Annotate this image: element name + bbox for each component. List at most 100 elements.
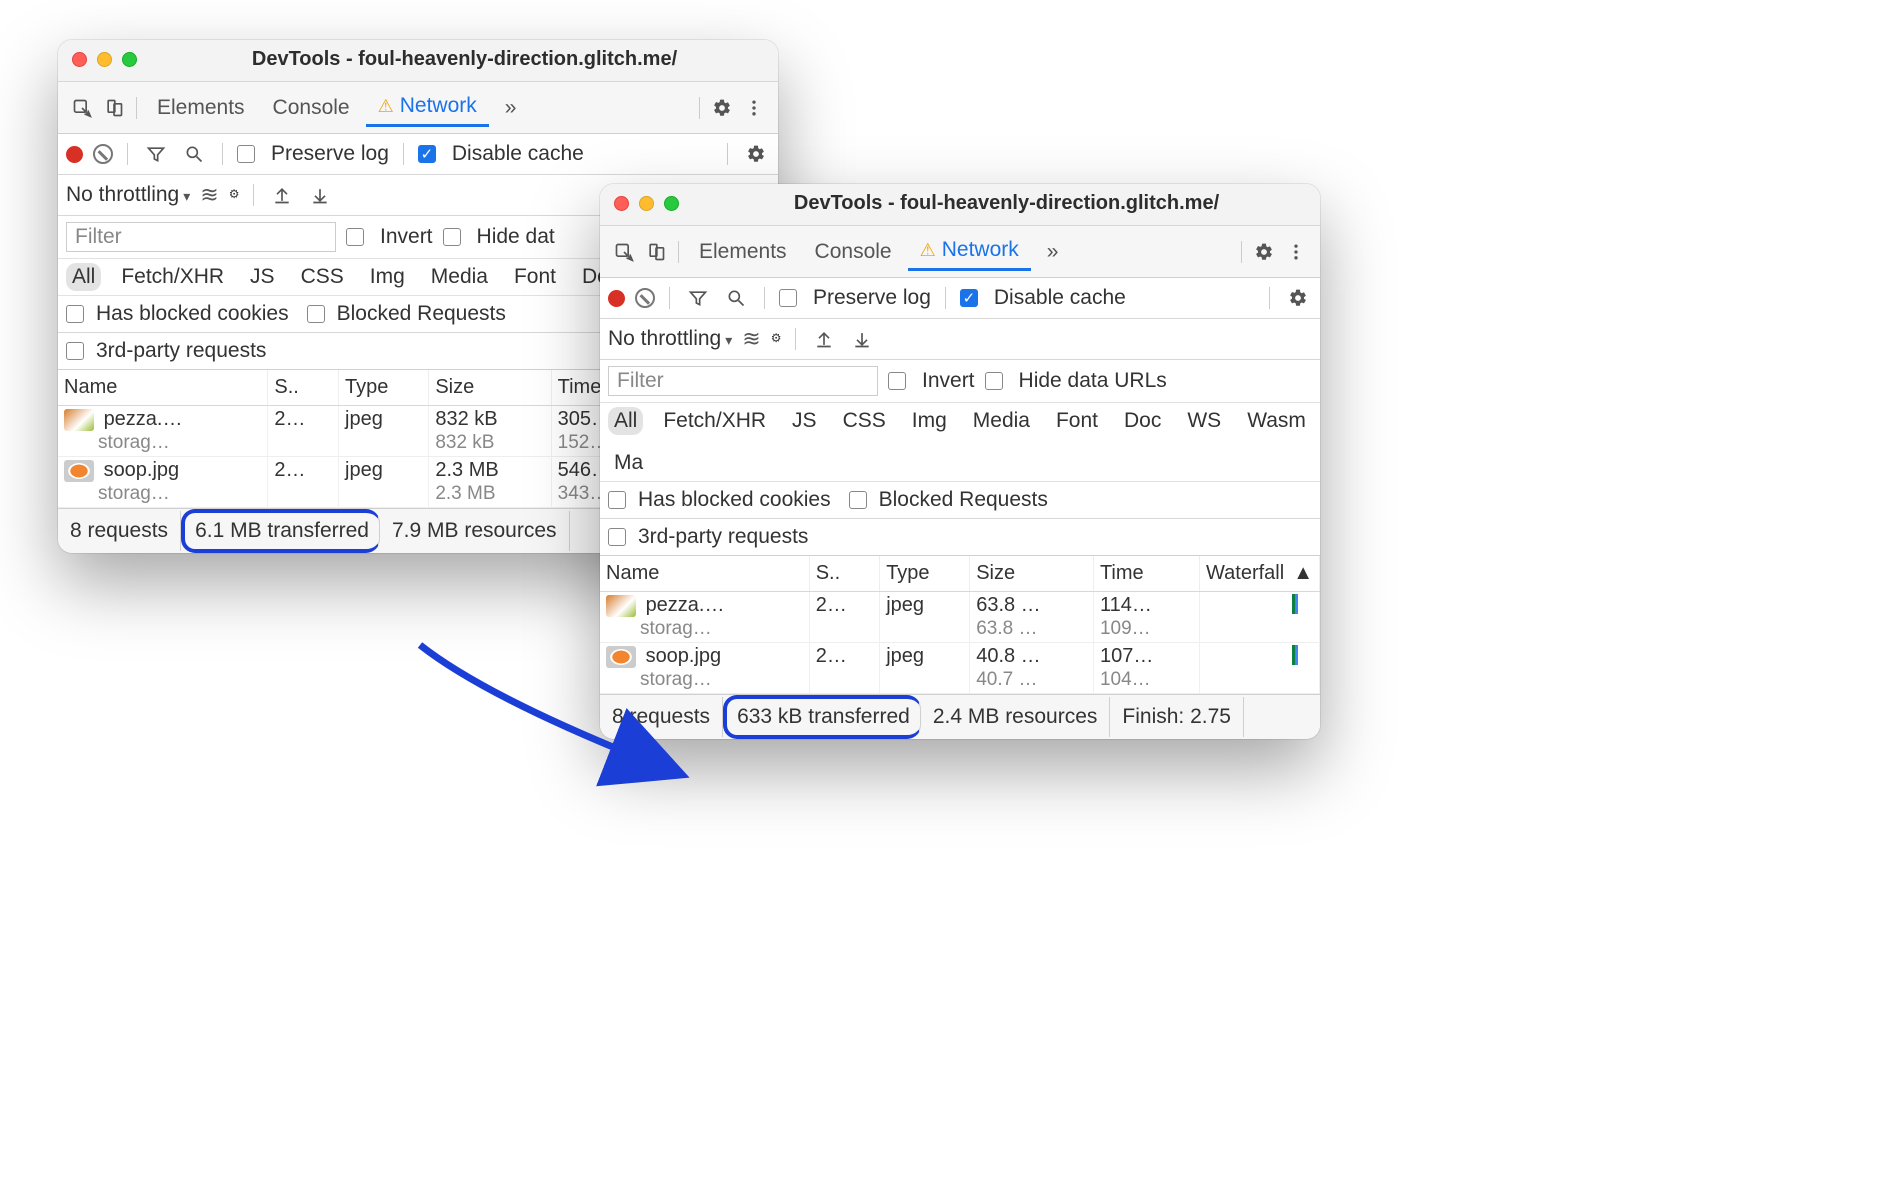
invert-checkbox[interactable] bbox=[346, 228, 364, 246]
filter-input[interactable]: Filter bbox=[66, 222, 336, 252]
network-settings-icon[interactable] bbox=[1284, 284, 1312, 312]
table-row[interactable]: pezza.… storag… 2… jpeg 63.8 …63.8 … 114… bbox=[600, 592, 1320, 643]
upload-har-icon[interactable] bbox=[268, 181, 296, 209]
filter-img[interactable]: Img bbox=[364, 263, 411, 291]
disable-cache-checkbox[interactable] bbox=[960, 289, 978, 307]
filter-xhr[interactable]: Fetch/XHR bbox=[657, 407, 772, 435]
col-status[interactable]: S.. bbox=[268, 370, 339, 406]
device-toggle-icon[interactable] bbox=[642, 238, 670, 266]
devtools-window-after: DevTools - foul-heavenly-direction.glitc… bbox=[600, 184, 1320, 739]
third-party-checkbox[interactable] bbox=[66, 342, 84, 360]
status-transferred: 6.1 MB transferred bbox=[181, 509, 380, 553]
record-button[interactable] bbox=[608, 290, 625, 307]
col-size[interactable]: Size bbox=[970, 556, 1094, 592]
minimize-icon[interactable] bbox=[97, 52, 112, 67]
panel-tabs: Elements Console Network » bbox=[600, 226, 1320, 278]
hide-data-checkbox[interactable] bbox=[443, 228, 461, 246]
filter-icon[interactable] bbox=[142, 140, 170, 168]
status-requests: 8 requests bbox=[58, 511, 181, 551]
blocked-cookies-checkbox[interactable] bbox=[66, 305, 84, 323]
filter-font[interactable]: Font bbox=[1050, 407, 1104, 435]
zoom-icon[interactable] bbox=[122, 52, 137, 67]
third-party-checkbox[interactable] bbox=[608, 528, 626, 546]
filter-media[interactable]: Media bbox=[425, 263, 494, 291]
download-har-icon[interactable] bbox=[848, 325, 876, 353]
col-status[interactable]: S.. bbox=[809, 556, 879, 592]
col-type[interactable]: Type bbox=[880, 556, 970, 592]
filter-bar: Filter Invert Hide data URLs bbox=[600, 360, 1320, 403]
filter-icon[interactable] bbox=[684, 284, 712, 312]
title-bar[interactable]: DevTools - foul-heavenly-direction.glitc… bbox=[600, 184, 1320, 226]
more-icon[interactable] bbox=[1282, 238, 1310, 266]
clear-button[interactable] bbox=[635, 288, 655, 308]
blocked-requests-checkbox[interactable] bbox=[849, 491, 867, 509]
filter-img[interactable]: Img bbox=[906, 407, 953, 435]
blocked-requests-checkbox[interactable] bbox=[307, 305, 325, 323]
thumbnail-icon bbox=[64, 460, 94, 482]
tab-more[interactable]: » bbox=[493, 90, 529, 126]
col-name[interactable]: Name bbox=[58, 370, 268, 406]
filter-manifest[interactable]: Ma bbox=[608, 449, 649, 477]
tab-elements[interactable]: Elements bbox=[145, 90, 257, 126]
tab-console[interactable]: Console bbox=[803, 234, 904, 270]
filter-all[interactable]: All bbox=[66, 263, 101, 291]
close-icon[interactable] bbox=[72, 52, 87, 67]
waterfall-bar bbox=[1292, 645, 1298, 665]
download-har-icon[interactable] bbox=[306, 181, 334, 209]
inspect-icon[interactable] bbox=[610, 238, 638, 266]
tab-network[interactable]: Network bbox=[908, 232, 1031, 271]
chevron-down-icon bbox=[183, 183, 190, 207]
settings-icon[interactable] bbox=[708, 94, 736, 122]
disable-cache-checkbox[interactable] bbox=[418, 145, 436, 163]
filter-xhr[interactable]: Fetch/XHR bbox=[115, 263, 230, 291]
filter-all[interactable]: All bbox=[608, 407, 643, 435]
preserve-log-checkbox[interactable] bbox=[237, 145, 255, 163]
col-waterfall[interactable]: Waterfall▲ bbox=[1200, 556, 1320, 592]
inspect-icon[interactable] bbox=[68, 94, 96, 122]
hide-data-checkbox[interactable] bbox=[985, 372, 1003, 390]
preserve-log-checkbox[interactable] bbox=[779, 289, 797, 307]
filter-font[interactable]: Font bbox=[508, 263, 562, 291]
filter-input[interactable]: Filter bbox=[608, 366, 878, 396]
device-toggle-icon[interactable] bbox=[100, 94, 128, 122]
tab-network[interactable]: Network bbox=[366, 88, 489, 127]
col-type[interactable]: Type bbox=[339, 370, 429, 406]
filter-wasm[interactable]: Wasm bbox=[1241, 407, 1312, 435]
search-icon[interactable] bbox=[180, 140, 208, 168]
tab-elements[interactable]: Elements bbox=[687, 234, 799, 270]
network-settings-icon[interactable] bbox=[742, 140, 770, 168]
filter-js[interactable]: JS bbox=[244, 263, 281, 291]
clear-button[interactable] bbox=[93, 144, 113, 164]
search-icon[interactable] bbox=[722, 284, 750, 312]
filter-js[interactable]: JS bbox=[786, 407, 823, 435]
status-transferred: 633 kB transferred bbox=[723, 695, 921, 739]
upload-har-icon[interactable] bbox=[810, 325, 838, 353]
tab-console[interactable]: Console bbox=[261, 90, 362, 126]
traffic-lights bbox=[72, 52, 137, 67]
throttling-select[interactable]: No throttling bbox=[66, 183, 190, 207]
status-finish: Finish: 2.75 bbox=[1110, 697, 1244, 737]
invert-checkbox[interactable] bbox=[888, 372, 906, 390]
col-time[interactable]: Time bbox=[1093, 556, 1199, 592]
table-row[interactable]: soop.jpg storag… 2… jpeg 40.8 …40.7 … 10… bbox=[600, 643, 1320, 694]
minimize-icon[interactable] bbox=[639, 196, 654, 211]
hide-data-label: Hide dat bbox=[477, 225, 555, 249]
network-conditions-icon[interactable] bbox=[742, 326, 760, 352]
title-bar[interactable]: DevTools - foul-heavenly-direction.glitc… bbox=[58, 40, 778, 82]
filter-css[interactable]: CSS bbox=[295, 263, 350, 291]
filter-doc[interactable]: Doc bbox=[1118, 407, 1167, 435]
throttling-select[interactable]: No throttling bbox=[608, 327, 732, 351]
blocked-cookies-checkbox[interactable] bbox=[608, 491, 626, 509]
zoom-icon[interactable] bbox=[664, 196, 679, 211]
col-name[interactable]: Name bbox=[600, 556, 809, 592]
settings-icon[interactable] bbox=[1250, 238, 1278, 266]
filter-ws[interactable]: WS bbox=[1181, 407, 1227, 435]
filter-media[interactable]: Media bbox=[967, 407, 1036, 435]
close-icon[interactable] bbox=[614, 196, 629, 211]
filter-css[interactable]: CSS bbox=[837, 407, 892, 435]
tab-more[interactable]: » bbox=[1035, 234, 1071, 270]
col-size[interactable]: Size bbox=[429, 370, 551, 406]
network-conditions-icon[interactable] bbox=[200, 182, 218, 208]
more-icon[interactable] bbox=[740, 94, 768, 122]
record-button[interactable] bbox=[66, 146, 83, 163]
